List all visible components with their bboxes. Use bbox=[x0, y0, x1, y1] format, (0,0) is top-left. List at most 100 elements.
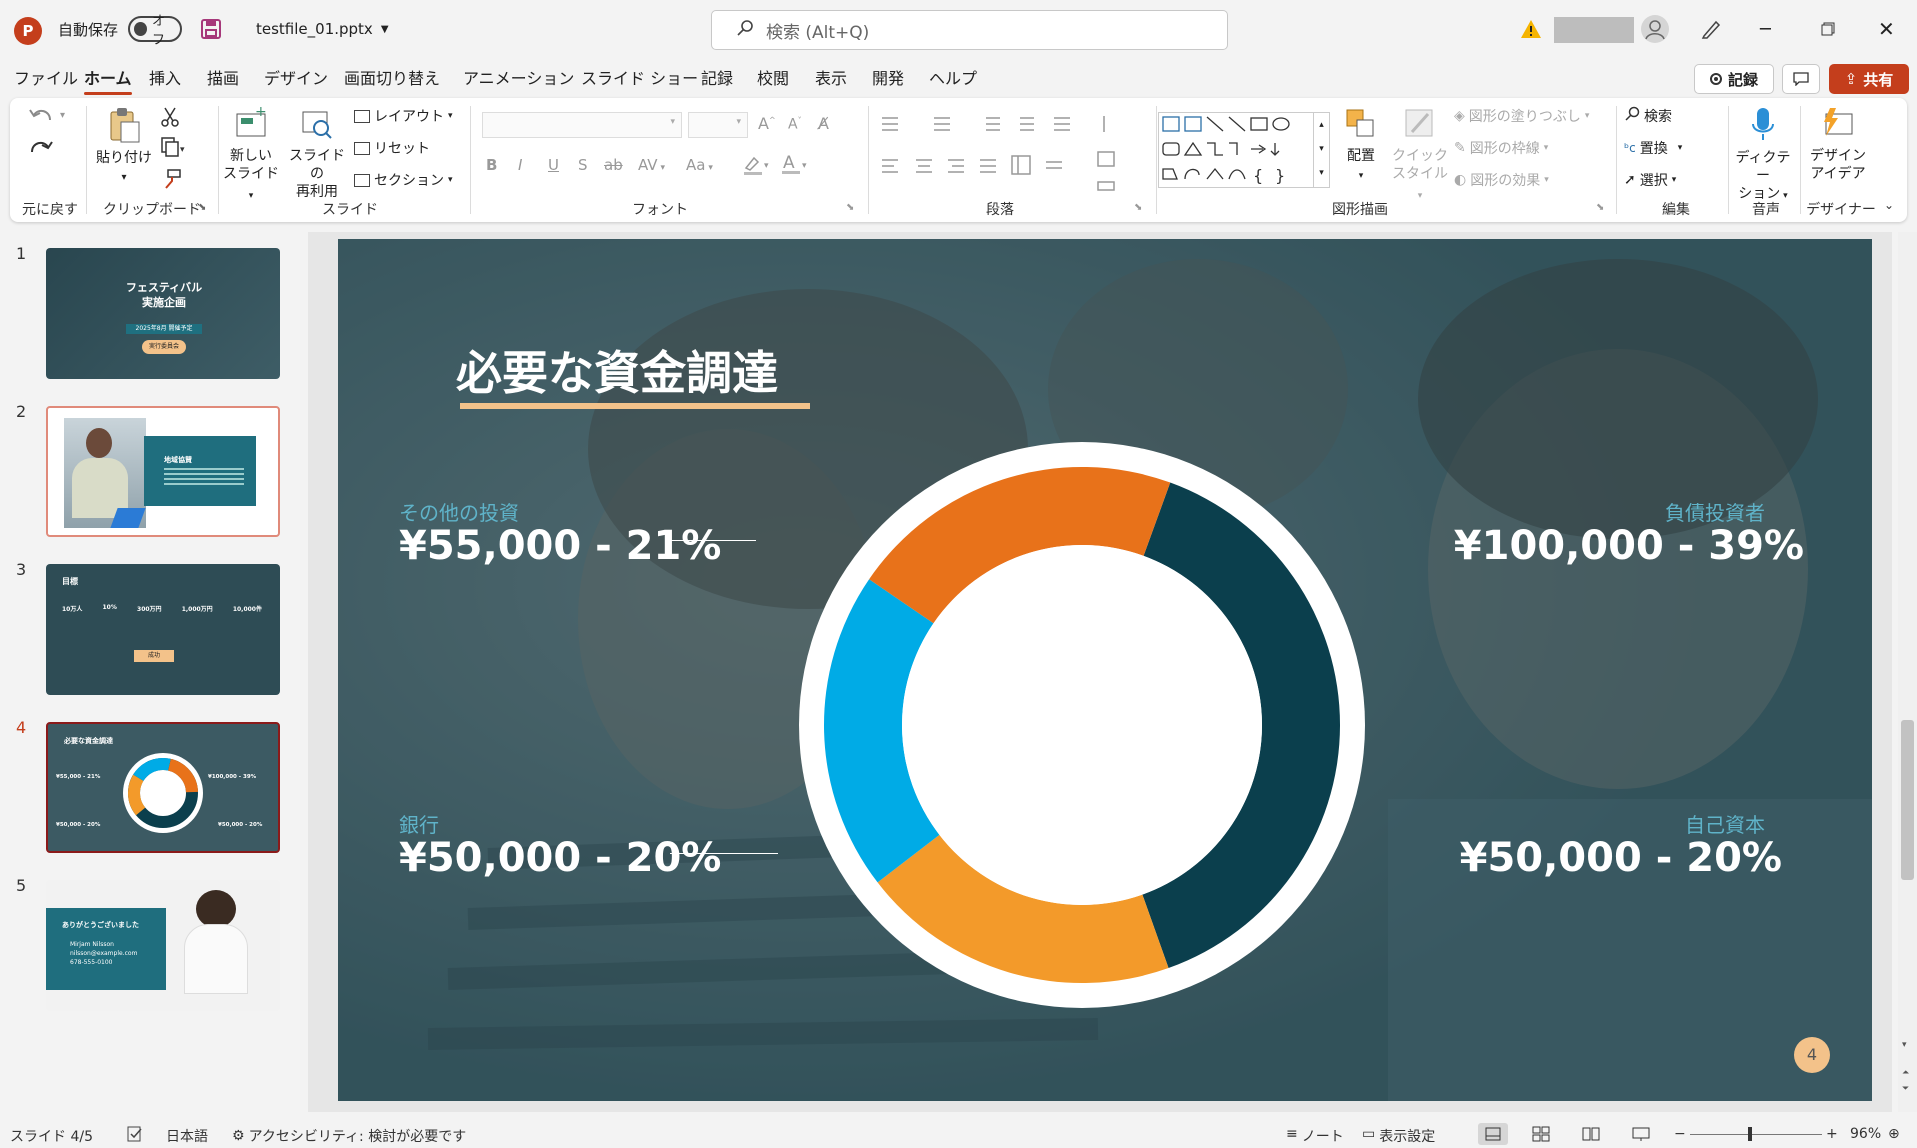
value-other-investment[interactable]: ¥55,000 - 21% bbox=[399, 523, 721, 569]
save-icon[interactable] bbox=[200, 0, 222, 58]
slide-sorter-view-icon[interactable] bbox=[1532, 1126, 1550, 1146]
value-bank[interactable]: ¥50,000 - 20% bbox=[399, 835, 721, 881]
zoom-level[interactable]: 96% bbox=[1850, 1126, 1881, 1142]
autosave-toggle[interactable]: オフ bbox=[128, 14, 182, 48]
new-slide-button[interactable]: + 新しい スライド ▾ bbox=[222, 104, 280, 205]
format-painter-icon[interactable] bbox=[160, 168, 182, 194]
tab-design[interactable]: デザイン bbox=[264, 62, 328, 96]
drawing-launcher-icon[interactable]: ⬊ bbox=[1596, 202, 1604, 213]
reuse-slides-button[interactable]: スライドの 再利用 bbox=[284, 106, 350, 201]
shapes-gallery[interactable]: {} ▴ ▾ ▾ bbox=[1158, 112, 1330, 188]
character-spacing-button[interactable]: AV ▾ bbox=[638, 156, 665, 174]
spell-check-icon[interactable] bbox=[126, 1126, 144, 1146]
share-button[interactable]: ⇪ 共有 bbox=[1829, 64, 1909, 94]
copy-icon[interactable]: ▾ bbox=[160, 136, 186, 162]
shape-effects-button[interactable]: ◐ 図形の効果 ▾ bbox=[1454, 170, 1549, 190]
label-equity[interactable]: 自己資本 bbox=[1441, 809, 1765, 838]
zoom-in-button[interactable]: + bbox=[1826, 1126, 1838, 1142]
section-button[interactable]: セクション ▾ bbox=[354, 170, 453, 190]
record-button[interactable]: 記録 bbox=[1694, 64, 1774, 94]
fit-to-window-icon[interactable]: ⊕ bbox=[1888, 1126, 1900, 1142]
tab-file[interactable]: ファイル bbox=[14, 62, 78, 96]
design-ideas-button[interactable]: デザイン アイデア bbox=[1806, 106, 1870, 183]
next-slide-icon[interactable]: ⏷ bbox=[1902, 1084, 1909, 1094]
undo-icon[interactable] bbox=[28, 106, 54, 132]
italic-button[interactable]: I bbox=[518, 156, 522, 174]
pen-icon[interactable] bbox=[1700, 0, 1722, 58]
tab-view[interactable]: 表示 bbox=[815, 62, 847, 96]
notes-button[interactable]: ≡ ノート bbox=[1286, 1126, 1344, 1146]
zoom-out-button[interactable]: − bbox=[1674, 1126, 1686, 1142]
label-debt-investors[interactable]: 負債投資者 bbox=[1441, 497, 1765, 526]
clear-formatting-icon[interactable]: A̸ bbox=[818, 114, 829, 133]
comments-button[interactable] bbox=[1782, 64, 1820, 94]
tab-transitions[interactable]: 画面切り替え bbox=[344, 62, 440, 96]
slide-4[interactable]: 必要な資金調達 その他の投資 ¥55,000 - 21% 負債投資者 ¥100,… bbox=[338, 239, 1872, 1101]
paste-button[interactable]: 貼り付け ▾ bbox=[94, 106, 154, 187]
shadow-button[interactable]: S bbox=[578, 156, 588, 174]
tab-insert[interactable]: 挿入 bbox=[149, 62, 181, 96]
quick-styles-button[interactable]: クイック スタイル ▾ bbox=[1392, 106, 1448, 205]
previous-slide-icon[interactable]: ⏶ bbox=[1902, 1068, 1909, 1078]
label-other-investment[interactable]: その他の投資 bbox=[399, 497, 519, 526]
bold-button[interactable]: B bbox=[486, 156, 497, 174]
font-size-select[interactable]: ▾ bbox=[688, 112, 748, 138]
tab-review[interactable]: 校閲 bbox=[757, 62, 789, 96]
tab-animations[interactable]: アニメーション bbox=[463, 62, 574, 96]
reset-button[interactable]: リセット bbox=[354, 138, 430, 158]
ribbon-collapse-icon[interactable]: ⌄ bbox=[1884, 198, 1894, 212]
increase-font-icon[interactable]: A^ bbox=[758, 114, 776, 133]
tab-home[interactable]: ホーム bbox=[84, 62, 132, 96]
dictate-button[interactable]: ディクテー ション ▾ bbox=[1732, 106, 1794, 205]
change-case-button[interactable]: Aa ▾ bbox=[686, 156, 713, 174]
tab-developer[interactable]: 開発 bbox=[872, 62, 904, 96]
slide-thumbnail-5[interactable]: ありがとうございました Mirjam Nilsson nilsson@exampl… bbox=[46, 880, 280, 1011]
decrease-font-icon[interactable]: A˅ bbox=[788, 116, 802, 133]
find-button[interactable]: 検索 bbox=[1624, 106, 1672, 126]
reading-view-icon[interactable] bbox=[1582, 1126, 1600, 1146]
search-box[interactable]: 検索 (Alt+Q) bbox=[711, 10, 1228, 50]
tab-draw[interactable]: 描画 bbox=[207, 62, 239, 96]
file-name-dropdown[interactable]: testfile_01.pptx ▼ bbox=[256, 0, 389, 58]
account-name-redacted[interactable] bbox=[1554, 17, 1634, 43]
slide-thumbnail-2[interactable]: 地域協賛 bbox=[46, 406, 280, 537]
shape-fill-button[interactable]: ◈ 図形の塗りつぶし ▾ bbox=[1454, 106, 1589, 126]
slide-thumbnail-4[interactable]: 必要な資金調達 ¥55,000 - 21% ¥50,000 - 20% ¥100… bbox=[46, 722, 280, 853]
font-launcher-icon[interactable]: ⬊ bbox=[846, 202, 854, 213]
cut-icon[interactable] bbox=[160, 106, 180, 132]
label-bank[interactable]: 銀行 bbox=[399, 809, 439, 838]
paragraph-launcher-icon[interactable]: ⬊ bbox=[1134, 202, 1142, 213]
display-settings-button[interactable]: ▭ 表示設定 bbox=[1362, 1126, 1435, 1146]
accessibility-status[interactable]: ⚙ アクセシビリティ: 検討が必要です bbox=[232, 1126, 466, 1146]
shape-outline-button[interactable]: ✎ 図形の枠線 ▾ bbox=[1454, 138, 1548, 158]
font-name-select[interactable]: ▾ bbox=[482, 112, 682, 138]
zoom-slider[interactable] bbox=[1690, 1134, 1822, 1135]
minimize-button[interactable]: ─ bbox=[1760, 0, 1771, 58]
clipboard-launcher-icon[interactable]: ⬊ bbox=[198, 202, 206, 213]
select-button[interactable]: ➚ 選択 ▾ bbox=[1624, 170, 1676, 190]
scrollbar-thumb[interactable] bbox=[1901, 720, 1914, 880]
restore-button[interactable] bbox=[1821, 0, 1835, 58]
close-button[interactable]: ✕ bbox=[1878, 0, 1895, 58]
donut-chart[interactable] bbox=[799, 442, 1365, 1008]
zoom-slider-handle[interactable] bbox=[1748, 1127, 1752, 1141]
slide-thumbnail-1[interactable]: フェスティバル 実施企画 2025年8月 開催予定 実行委員会 bbox=[46, 248, 280, 379]
strikethrough-button[interactable]: ab bbox=[604, 156, 623, 174]
arrange-button[interactable]: 配置 ▾ bbox=[1336, 106, 1386, 185]
warning-icon[interactable] bbox=[1520, 0, 1542, 58]
avatar[interactable] bbox=[1641, 15, 1669, 43]
tab-help[interactable]: ヘルプ bbox=[929, 62, 977, 96]
slide-title[interactable]: 必要な資金調達 bbox=[456, 337, 778, 403]
normal-view-button[interactable] bbox=[1478, 1123, 1508, 1145]
font-color-icon[interactable]: A ▾ bbox=[780, 152, 810, 180]
scroll-down-icon[interactable]: ▾ bbox=[1902, 1040, 1907, 1050]
underline-button[interactable]: U bbox=[548, 156, 559, 174]
tab-record[interactable]: 記録 bbox=[701, 62, 733, 96]
tab-slideshow[interactable]: スライド ショー bbox=[581, 62, 698, 96]
layout-button[interactable]: レイアウト ▾ bbox=[354, 106, 453, 126]
slideshow-view-icon[interactable] bbox=[1632, 1126, 1650, 1146]
replace-button[interactable]: ᵇc 置換 ▾ bbox=[1624, 138, 1682, 158]
slide-thumbnail-3[interactable]: 目標 10万人 10% 300万円 1,000万円 10,000件 成功 bbox=[46, 564, 280, 695]
vertical-scrollbar[interactable]: ▾ ⏶ ⏷ bbox=[1898, 232, 1917, 1112]
redo-icon[interactable] bbox=[28, 138, 54, 164]
